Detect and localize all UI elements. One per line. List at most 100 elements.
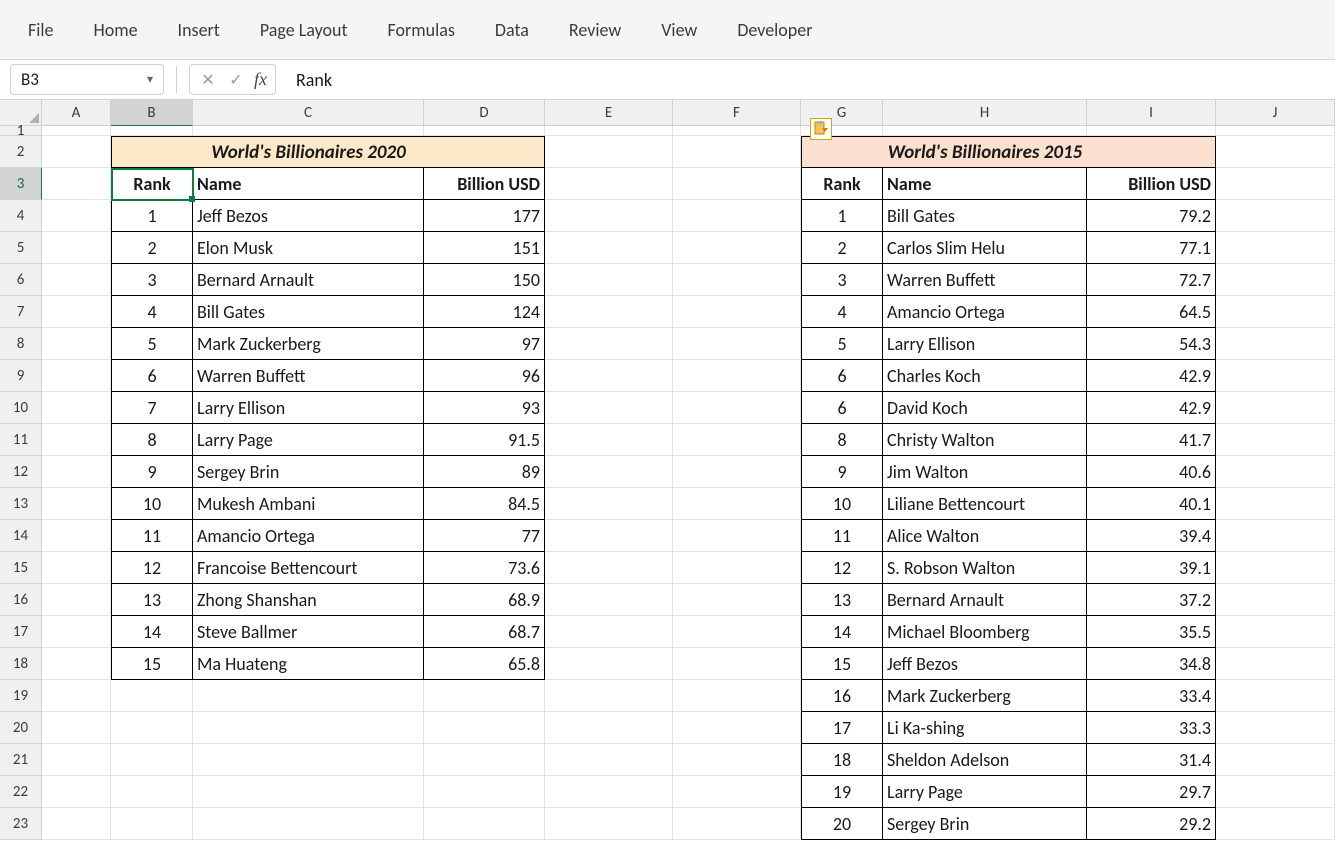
row-header-17[interactable]: 17	[0, 616, 42, 648]
col-header-B[interactable]: B	[111, 100, 193, 126]
cell[interactable]	[424, 712, 545, 744]
cell[interactable]	[1216, 776, 1335, 808]
tab-formulas[interactable]: Formulas	[388, 19, 455, 41]
table-2020-rank[interactable]: 12	[111, 552, 193, 584]
table-2020-name[interactable]: Elon Musk	[193, 232, 424, 264]
cell[interactable]	[545, 648, 673, 680]
table-2015-value[interactable]: 64.5	[1087, 296, 1216, 328]
tab-view[interactable]: View	[661, 19, 697, 41]
table-2015-rank[interactable]: 10	[801, 488, 883, 520]
row-header-7[interactable]: 7	[0, 296, 42, 328]
cell[interactable]	[111, 776, 193, 808]
cell[interactable]	[193, 712, 424, 744]
cell[interactable]	[1216, 296, 1335, 328]
row-header-9[interactable]: 9	[0, 360, 42, 392]
cell[interactable]	[545, 168, 673, 200]
table-2015-value[interactable]: 39.4	[1087, 520, 1216, 552]
cell[interactable]	[111, 136, 193, 168]
table-2015-header-rank[interactable]: Rank	[801, 168, 883, 200]
cell[interactable]	[545, 808, 673, 840]
cell[interactable]	[1216, 424, 1335, 456]
table-2015-value[interactable]: 79.2	[1087, 200, 1216, 232]
cell[interactable]	[673, 776, 801, 808]
table-2020-name[interactable]: Mark Zuckerberg	[193, 328, 424, 360]
col-header-I[interactable]: I	[1087, 100, 1216, 126]
col-header-C[interactable]: C	[193, 100, 424, 126]
cell[interactable]	[1216, 616, 1335, 648]
cell[interactable]	[42, 136, 111, 168]
table-2015-value[interactable]: 77.1	[1087, 232, 1216, 264]
cell[interactable]	[193, 126, 424, 136]
table-2020-rank[interactable]: 5	[111, 328, 193, 360]
row-header-8[interactable]: 8	[0, 328, 42, 360]
cell[interactable]	[545, 616, 673, 648]
cell[interactable]	[42, 424, 111, 456]
cell[interactable]	[42, 392, 111, 424]
table-2020-name[interactable]: Larry Ellison	[193, 392, 424, 424]
cell[interactable]	[424, 680, 545, 712]
cell[interactable]	[42, 616, 111, 648]
table-2020-value[interactable]: 65.8	[424, 648, 545, 680]
col-header-D[interactable]: D	[424, 100, 545, 126]
table-2020-name[interactable]: Francoise Bettencourt	[193, 552, 424, 584]
table-2020-header-value[interactable]: Billion USD	[424, 168, 545, 200]
cell[interactable]	[673, 424, 801, 456]
table-2020-rank[interactable]: 8	[111, 424, 193, 456]
cell[interactable]	[42, 488, 111, 520]
table-2015-value[interactable]: 35.5	[1087, 616, 1216, 648]
cell[interactable]	[111, 744, 193, 776]
table-2020-value[interactable]: 91.5	[424, 424, 545, 456]
cell[interactable]	[545, 264, 673, 296]
table-2015-rank[interactable]: 19	[801, 776, 883, 808]
cell[interactable]	[1216, 680, 1335, 712]
cancel-icon[interactable]: ✕	[198, 70, 218, 90]
cell[interactable]	[1216, 360, 1335, 392]
table-2020-value[interactable]: 124	[424, 296, 545, 328]
table-2020-value[interactable]: 68.9	[424, 584, 545, 616]
table-2015-name[interactable]: Carlos Slim Helu	[883, 232, 1087, 264]
cell[interactable]	[42, 680, 111, 712]
col-header-F[interactable]: F	[673, 100, 801, 126]
cell[interactable]	[673, 744, 801, 776]
cell[interactable]	[545, 552, 673, 584]
cell[interactable]	[1216, 264, 1335, 296]
paste-options-icon[interactable]	[810, 118, 832, 140]
table-2020-name[interactable]: Steve Ballmer	[193, 616, 424, 648]
table-2020-rank[interactable]: 13	[111, 584, 193, 616]
cell[interactable]	[1216, 200, 1335, 232]
table-2015-rank[interactable]: 16	[801, 680, 883, 712]
table-2015-value[interactable]: 40.6	[1087, 456, 1216, 488]
cell[interactable]	[42, 808, 111, 840]
table-2015-rank[interactable]: 3	[801, 264, 883, 296]
cell[interactable]	[673, 168, 801, 200]
table-2015-name[interactable]: Larry Page	[883, 776, 1087, 808]
table-2020-name[interactable]: Larry Page	[193, 424, 424, 456]
cell[interactable]	[1216, 456, 1335, 488]
row-header-5[interactable]: 5	[0, 232, 42, 264]
cell[interactable]	[1216, 392, 1335, 424]
cell[interactable]	[1216, 232, 1335, 264]
tab-home[interactable]: Home	[94, 19, 138, 41]
table-2020-rank[interactable]: 14	[111, 616, 193, 648]
row-header-23[interactable]: 23	[0, 808, 42, 840]
table-2020-rank[interactable]: 9	[111, 456, 193, 488]
table-2015-value[interactable]: 42.9	[1087, 360, 1216, 392]
col-header-H[interactable]: H	[883, 100, 1087, 126]
cell[interactable]	[424, 136, 545, 168]
cell[interactable]	[545, 392, 673, 424]
table-2020-name[interactable]: Bill Gates	[193, 296, 424, 328]
cell[interactable]	[42, 520, 111, 552]
row-header-18[interactable]: 18	[0, 648, 42, 680]
table-2015-value[interactable]: 29.2	[1087, 808, 1216, 840]
cell[interactable]	[1087, 126, 1216, 136]
table-2015-name[interactable]: Larry Ellison	[883, 328, 1087, 360]
table-2020-value[interactable]: 73.6	[424, 552, 545, 584]
table-2020-value[interactable]: 151	[424, 232, 545, 264]
table-2020-name[interactable]: Ma Huateng	[193, 648, 424, 680]
table-2020-name[interactable]: Sergey Brin	[193, 456, 424, 488]
table-2020-value[interactable]: 96	[424, 360, 545, 392]
cell[interactable]	[42, 168, 111, 200]
cell[interactable]	[545, 520, 673, 552]
cell[interactable]	[42, 200, 111, 232]
table-2015-value[interactable]: 42.9	[1087, 392, 1216, 424]
